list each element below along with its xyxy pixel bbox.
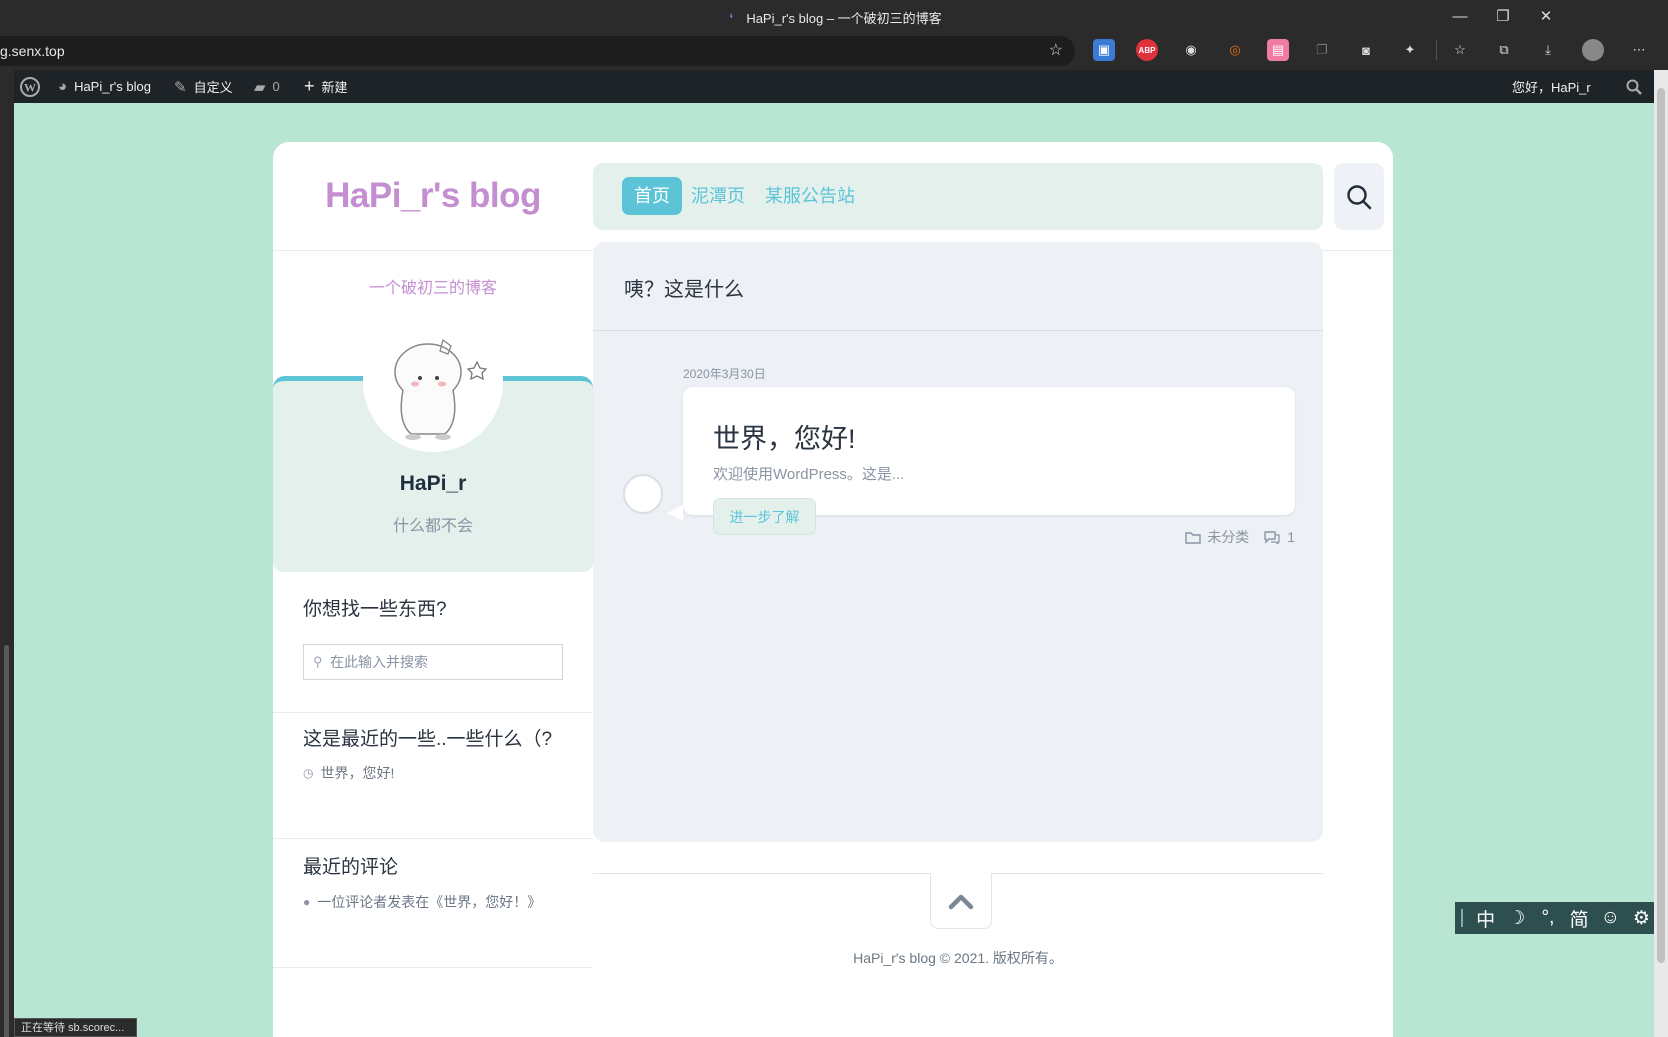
search-icon (1626, 79, 1642, 95)
window-title: ʻ HaPi_r's blog – 一个破初三的博客 (0, 8, 1668, 27)
recent-post-link[interactable]: ◷ 世界，您好! (303, 763, 394, 783)
extension-glasses-icon[interactable]: ◙ (1355, 39, 1377, 61)
plus-icon: + (304, 76, 315, 96)
emoji-icon[interactable]: ☺ (1598, 907, 1623, 929)
add-favorite-icon[interactable]: ☆ (1049, 36, 1063, 66)
recent-posts-title: 这是最近的一些..一些什么（? (303, 729, 553, 750)
sidebar-search-input[interactable] (303, 644, 563, 680)
folder-icon (1185, 531, 1201, 544)
search-icon (1347, 184, 1372, 209)
nav-item-home[interactable]: 首页 (622, 177, 682, 215)
browser-titlebar: ʻ HaPi_r's blog – 一个破初三的博客 — ❐ ✕ (0, 0, 1668, 32)
footer-copyright: HaPi_r's blog © 2021. 版权所有。 (853, 950, 1063, 966)
avatar-illustration (363, 312, 503, 452)
header-search-button[interactable] (1334, 163, 1384, 230)
search-widget-title: 你想找一些东西? (303, 599, 447, 620)
svg-text:W: W (24, 80, 36, 94)
extensions-icon[interactable]: ✦ (1399, 39, 1421, 61)
comments-icon (1264, 531, 1280, 544)
author-avatar (363, 312, 503, 452)
left-panel-strip (0, 70, 14, 1037)
main-heading: 咦？这是什么 (624, 279, 744, 301)
post-excerpt: 欢迎使用WordPress。这是... (713, 466, 905, 483)
address-bar[interactable]: g.senx.top ☆ (0, 36, 1075, 66)
wp-logo-button[interactable]: W (20, 70, 40, 103)
comment-bubble-icon: ▰ (254, 78, 266, 96)
adminbar-customize-link[interactable]: ✎ 自定义 (174, 70, 233, 103)
nav-item-announcements[interactable]: 某服公告站 (753, 177, 867, 215)
simplified-toggle[interactable]: 简 (1567, 905, 1592, 932)
restore-button[interactable]: ❐ (1480, 0, 1526, 32)
adblock-icon[interactable]: ABP (1136, 39, 1158, 61)
site-title[interactable]: HaPi_r's blog (273, 176, 593, 216)
read-more-button[interactable]: 进一步了解 (713, 498, 816, 535)
collections-icon[interactable]: ⧉ (1493, 39, 1515, 61)
wordpress-icon: W (20, 76, 40, 97)
post-category-link[interactable]: 未分类 (1185, 527, 1249, 547)
downloads-icon[interactable]: ⤓ (1537, 39, 1559, 61)
punctuation-toggle[interactable]: °, (1535, 907, 1560, 929)
recent-comment-link[interactable]: ● 一位评论者发表在《世界，您好！》 (303, 892, 541, 912)
post-card: 世界，您好! 欢迎使用WordPress。这是... (667, 387, 1295, 521)
favorites-icon[interactable]: ☆ (1449, 39, 1471, 61)
back-to-top-button[interactable] (930, 873, 992, 929)
ime-toolbar: 中 ☽ °, 简 ☺ ⚙ (1455, 902, 1654, 934)
more-menu-icon[interactable]: ⋯ (1628, 39, 1650, 61)
post-comments-link[interactable]: 1 (1263, 527, 1295, 547)
adminbar-greeting[interactable]: 您好，HaPi_r (1512, 70, 1591, 103)
gear-icon[interactable]: ⚙ (1629, 907, 1654, 930)
widget-divider (273, 967, 593, 968)
main-heading-bar: 咦？这是什么 (593, 242, 1323, 331)
page-scrollbar[interactable] (1654, 70, 1668, 1037)
post-meta: 未分类 1 (1185, 527, 1295, 547)
left-scroll-thumb[interactable] (4, 645, 9, 1037)
ime-mode-toggle[interactable]: 中 (1473, 905, 1498, 932)
dashboard-icon: ◕ (58, 78, 68, 95)
adminbar-comments-link[interactable]: ▰ 0 (254, 70, 280, 103)
nav-item-nitan[interactable]: 泥潭页 (679, 177, 757, 215)
browser-status-bar: 正在等待 sb.scorec... (14, 1018, 137, 1037)
clock-icon: ◷ (303, 766, 314, 780)
favicon-icon: ʻ (729, 11, 734, 26)
extension-pink-icon[interactable]: ▤ (1267, 39, 1289, 61)
minimize-button[interactable]: — (1437, 0, 1483, 32)
url-text: g.senx.top (0, 43, 65, 59)
chevron-up-icon (948, 894, 974, 909)
site-description: 一个破初三的博客 (368, 280, 497, 297)
search-icon: ⚲ (313, 654, 323, 669)
adminbar-site-link[interactable]: ◕ HaPi_r's blog (58, 70, 151, 103)
toolbar-separator (1436, 40, 1437, 60)
widget-divider (273, 838, 593, 839)
extension-translate-icon[interactable]: ▣ (1093, 39, 1115, 61)
wp-admin-bar: W ◕ HaPi_r's blog ✎ 自定义 ▰ 0 + 新建 您好，HaPi… (14, 70, 1654, 103)
recent-comments-title: 最近的评论 (303, 857, 399, 878)
author-name: HaPi_r (399, 472, 467, 495)
post-date: 2020年3月30日 (683, 367, 766, 381)
brush-icon: ✎ (174, 78, 187, 96)
extension-eyes-icon[interactable]: ◉ (1180, 39, 1202, 61)
adminbar-search-button[interactable] (1626, 70, 1642, 103)
comment-bubble-icon: ● (303, 895, 311, 909)
adminbar-new-link[interactable]: + 新建 (304, 70, 348, 103)
page-scroll-thumb[interactable] (1657, 88, 1665, 963)
main-nav: 首页 泥潭页 某服公告站 (593, 163, 1323, 230)
close-button[interactable]: ✕ (1523, 0, 1569, 32)
main-content-panel: 咦？这是什么 2020年3月30日 世界，您好! 欢迎使用WordPress。这… (593, 242, 1323, 842)
page-card: HaPi_r's blog 首页 泥潭页 某服公告站 一个破初三的博客 HaPi… (273, 142, 1393, 1037)
ime-drag-handle[interactable] (1461, 909, 1463, 927)
profile-avatar-icon[interactable] (1582, 39, 1604, 61)
author-bio: 什么都不会 (392, 518, 473, 535)
extension-circle-icon[interactable]: ◎ (1224, 39, 1246, 61)
post-title[interactable]: 世界，您好! (713, 417, 856, 456)
extension-copy-icon[interactable]: ❐ (1311, 39, 1333, 61)
timeline-dot (623, 474, 663, 514)
moon-icon[interactable]: ☽ (1504, 907, 1529, 930)
widget-divider (273, 712, 593, 713)
